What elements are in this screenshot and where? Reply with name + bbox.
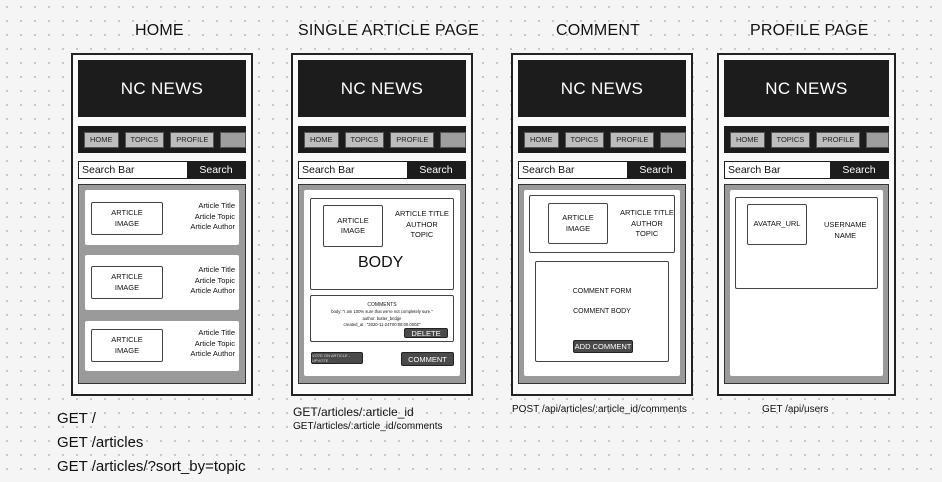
article-meta: Article Title Article Topic Article Auth…: [190, 328, 235, 358]
nav-profile-button[interactable]: PROFILE: [610, 131, 655, 148]
profile-content: AVATAR_URL USERNAME NAME: [724, 184, 889, 384]
comment-form-label: COMMENT FORM: [572, 288, 632, 295]
profile-card: AVATAR_URL USERNAME NAME: [735, 197, 878, 289]
vote-button-label: VOTE ON ARTICLE - UPVOTE: [312, 353, 351, 363]
endpoint-comment-post: POST /api/articles/:article_id/comments: [512, 404, 687, 415]
comments-card: COMMENTS body: "I am 100% sure that we'r…: [310, 295, 454, 342]
comment-text: body: "I am 100% sure that we're not com…: [331, 309, 433, 327]
nav-bar: HOME TOPICS PROFILE: [518, 126, 686, 153]
search-button[interactable]: Search: [407, 162, 465, 178]
search-input[interactable]: Search Bar: [519, 162, 627, 178]
nav-home-button[interactable]: HOME: [730, 131, 765, 148]
article-meta: ARTICLE TITLE AUTHOR TOPIC: [395, 209, 449, 239]
article-meta: Article Title Article Topic Article Auth…: [190, 201, 235, 231]
comment-body-input[interactable]: COMMENT BODY: [536, 307, 668, 318]
endpoint-users: GET /api/users: [762, 404, 829, 415]
nav-blank-button[interactable]: [866, 131, 889, 148]
search-bar: Search Bar Search: [298, 161, 466, 179]
search-button[interactable]: Search: [830, 162, 888, 178]
user-meta: USERNAME NAME: [824, 220, 867, 240]
app-header: NC NEWS: [298, 60, 466, 117]
article-card[interactable]: ARTICLE IMAGE Article Title Article Topi…: [85, 190, 239, 245]
screen-title-article: SINGLE ARTICLE PAGE: [298, 22, 480, 39]
add-comment-button[interactable]: ADD COMMENT: [573, 340, 633, 353]
endpoint-article-comments: GET/articles/:article_id/comments: [293, 421, 443, 432]
app-header: NC NEWS: [724, 60, 889, 117]
article-meta: Article Title Article Topic Article Auth…: [190, 265, 235, 295]
nav-home-button[interactable]: HOME: [304, 131, 339, 148]
nav-bar: HOME TOPICS PROFILE: [298, 126, 466, 153]
article-image: ARTICLE IMAGE: [323, 205, 383, 247]
article-card[interactable]: ARTICLE IMAGE Article Title Article Topi…: [85, 321, 239, 371]
nav-profile-button[interactable]: PROFILE: [170, 131, 215, 148]
comment-panel: ARTICLE IMAGE ARTICLE TITLE AUTHOR TOPIC…: [524, 190, 680, 376]
search-bar: Search Bar Search: [724, 161, 889, 179]
article-image: ARTICLE IMAGE: [548, 203, 608, 244]
app-header: NC NEWS: [78, 60, 246, 117]
search-input[interactable]: Search Bar: [79, 162, 187, 178]
article-detail-card: ARTICLE IMAGE ARTICLE TITLE AUTHOR TOPIC…: [310, 198, 454, 290]
nav-bar: HOME TOPICS PROFILE: [78, 126, 246, 153]
screen-title-home: HOME: [135, 22, 184, 39]
profile-panel: AVATAR_URL USERNAME NAME: [730, 190, 883, 376]
nav-home-button[interactable]: HOME: [524, 131, 559, 148]
profile-wireframe: NC NEWS HOME TOPICS PROFILE Search Bar S…: [717, 53, 896, 396]
avatar-image: AVATAR_URL: [747, 204, 807, 245]
app-header: NC NEWS: [518, 60, 686, 117]
article-meta: ARTICLE TITLE AUTHOR TOPIC: [620, 208, 674, 238]
search-input[interactable]: Search Bar: [299, 162, 407, 178]
endpoint-home-root: GET /: [57, 410, 96, 427]
endpoint-article: GET/articles/:article_id: [293, 405, 414, 419]
endpoint-home-articles: GET /articles: [57, 434, 144, 451]
nav-topics-button[interactable]: TOPICS: [564, 131, 605, 148]
comment-wireframe: NC NEWS HOME TOPICS PROFILE Search Bar S…: [511, 53, 693, 396]
article-panel: ARTICLE IMAGE ARTICLE TITLE AUTHOR TOPIC…: [304, 190, 460, 376]
comment-content: ARTICLE IMAGE ARTICLE TITLE AUTHOR TOPIC…: [518, 184, 686, 384]
nav-profile-button[interactable]: PROFILE: [390, 131, 435, 148]
search-bar: Search Bar Search: [518, 161, 686, 179]
article-list: ARTICLE IMAGE Article Title Article Topi…: [78, 184, 246, 384]
comment-button[interactable]: COMMENT: [401, 352, 454, 366]
article-image: ARTICLE IMAGE: [91, 202, 163, 235]
nav-blank-button[interactable]: [220, 131, 246, 148]
article-body: BODY: [358, 254, 404, 271]
search-button[interactable]: Search: [187, 162, 245, 178]
article-wireframe: NC NEWS HOME TOPICS PROFILE Search Bar S…: [291, 53, 473, 396]
nav-blank-button[interactable]: [440, 131, 466, 148]
search-button[interactable]: Search: [627, 162, 685, 178]
nav-topics-button[interactable]: TOPICS: [344, 131, 385, 148]
nav-topics-button[interactable]: TOPICS: [770, 131, 811, 148]
article-summary-card: ARTICLE IMAGE ARTICLE TITLE AUTHOR TOPIC: [529, 195, 675, 253]
article-content: ARTICLE IMAGE ARTICLE TITLE AUTHOR TOPIC…: [298, 184, 466, 384]
nav-home-button[interactable]: HOME: [84, 131, 119, 148]
screen-title-comment: COMMENT: [556, 22, 641, 39]
vote-button[interactable]: VOTE ON ARTICLE - UPVOTE: [311, 352, 363, 364]
endpoint-home-sorted: GET /articles/?sort_by=topic: [57, 458, 246, 475]
delete-button[interactable]: DELETE: [404, 328, 448, 338]
comment-form: COMMENT FORM COMMENT BODY ADD COMMENT: [535, 261, 669, 362]
screen-title-profile: PROFILE PAGE: [750, 22, 869, 39]
nav-bar: HOME TOPICS PROFILE: [724, 126, 889, 153]
search-bar: Search Bar Search: [78, 161, 246, 179]
nav-topics-button[interactable]: TOPICS: [124, 131, 165, 148]
article-card[interactable]: ARTICLE IMAGE Article Title Article Topi…: [85, 255, 239, 310]
nav-blank-button[interactable]: [660, 131, 686, 148]
article-image: ARTICLE IMAGE: [91, 329, 163, 362]
search-input[interactable]: Search Bar: [725, 162, 830, 178]
home-wireframe: NC NEWS HOME TOPICS PROFILE Search Bar S…: [71, 53, 253, 396]
nav-profile-button[interactable]: PROFILE: [816, 131, 861, 148]
article-image: ARTICLE IMAGE: [91, 266, 163, 299]
